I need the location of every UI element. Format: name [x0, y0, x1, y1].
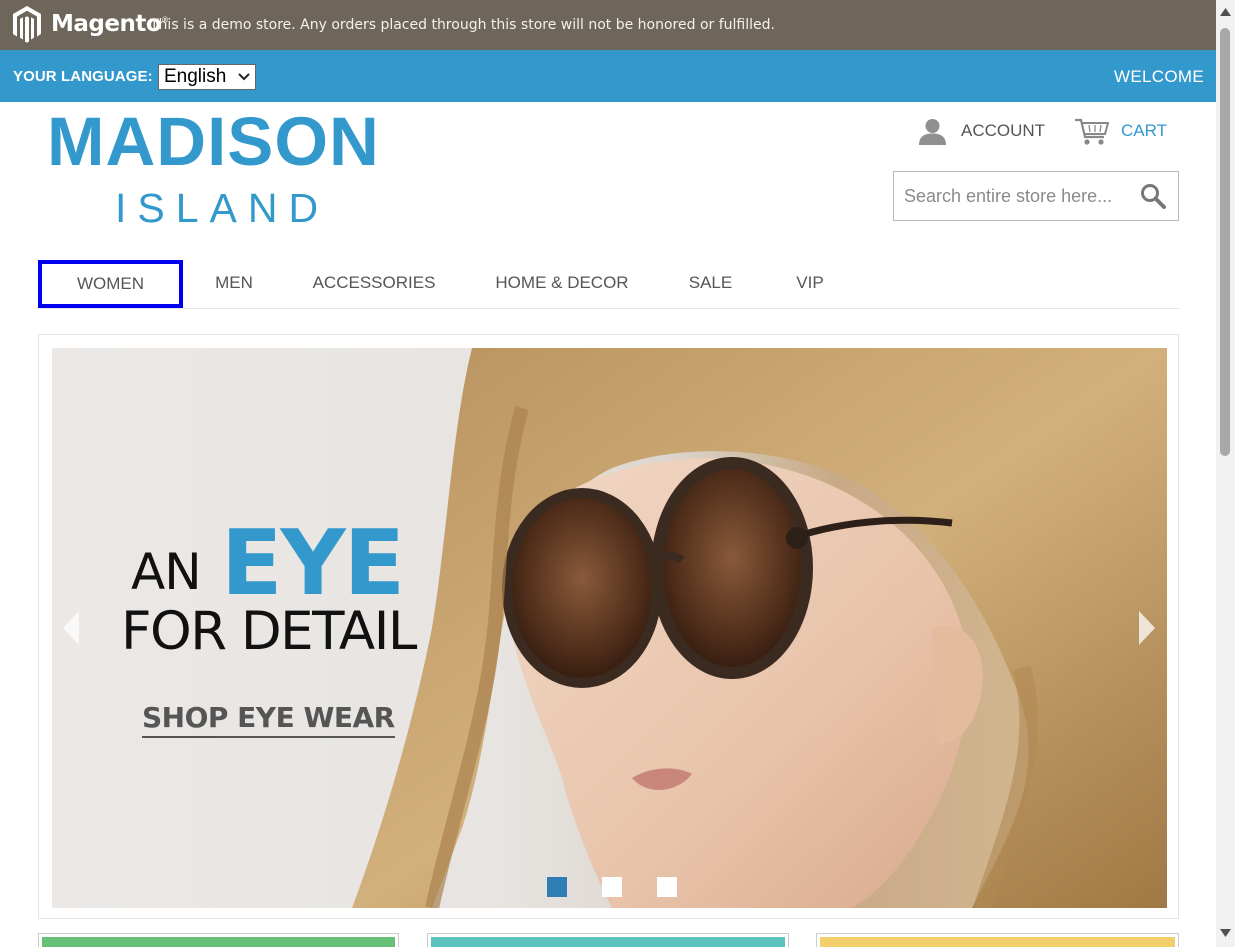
- shop-eye-wear-link[interactable]: SHOP EYE WEAR: [142, 701, 395, 738]
- scrollbar-thumb[interactable]: [1220, 28, 1230, 456]
- main-navigation: WOMEN MEN ACCESSORIES HOME & DECOR SALE …: [38, 260, 1179, 309]
- language-select-value: English: [164, 66, 227, 87]
- logo-line-island: ISLAND: [115, 185, 330, 231]
- slide-headline-detail: FOR DETAIL: [121, 601, 417, 662]
- arrow-left-icon[interactable]: [61, 610, 81, 646]
- demo-notice-bar: Magento® This is a demo store. Any order…: [0, 0, 1216, 50]
- nav-item-home-decor[interactable]: HOME & DECOR: [479, 260, 645, 308]
- search-form: [893, 171, 1179, 221]
- slide-dot-1[interactable]: [547, 877, 567, 897]
- hero-slide[interactable]: AN EYE FOR DETAIL SHOP EYE WEAR: [52, 348, 1167, 908]
- cart-icon: [1075, 118, 1110, 145]
- language-label: YOUR LANGUAGE:: [13, 68, 153, 85]
- cart-label: CART: [1121, 121, 1167, 140]
- account-icon: [919, 118, 946, 145]
- slide-dot-2[interactable]: [602, 877, 622, 897]
- page-scrollbar[interactable]: [1216, 0, 1235, 947]
- scroll-up-icon[interactable]: [1220, 8, 1231, 16]
- scroll-down-icon[interactable]: [1220, 929, 1231, 937]
- search-input[interactable]: [894, 172, 1149, 220]
- welcome-message: WELCOME: [1114, 67, 1204, 86]
- magento-logo-icon: [13, 6, 41, 43]
- language-select[interactable]: English: [158, 64, 256, 90]
- promo-tile-2[interactable]: [427, 933, 789, 947]
- search-icon[interactable]: [1140, 183, 1166, 209]
- nav-item-vip[interactable]: VIP: [780, 260, 840, 308]
- demo-notice-text: This is a demo store. Any orders placed …: [150, 17, 775, 33]
- nav-item-accessories[interactable]: ACCESSORIES: [300, 260, 448, 308]
- promo-tile-1[interactable]: [38, 933, 399, 947]
- nav-item-women[interactable]: WOMEN: [38, 260, 183, 308]
- cart-link[interactable]: CART: [1074, 116, 1167, 146]
- account-link[interactable]: ACCOUNT: [918, 116, 1045, 146]
- slide-headline-an: AN: [131, 543, 202, 601]
- slide-dot-3[interactable]: [657, 877, 677, 897]
- promo-tile-3[interactable]: [816, 933, 1179, 947]
- account-label: ACCOUNT: [961, 121, 1046, 140]
- chevron-down-icon: [238, 73, 250, 81]
- arrow-right-icon[interactable]: [1137, 610, 1157, 646]
- hero-slideshow: AN EYE FOR DETAIL SHOP EYE WEAR: [38, 334, 1179, 919]
- nav-item-sale[interactable]: SALE: [673, 260, 748, 308]
- nav-item-men[interactable]: MEN: [198, 260, 270, 308]
- logo-line-madison: MADISON: [47, 103, 380, 180]
